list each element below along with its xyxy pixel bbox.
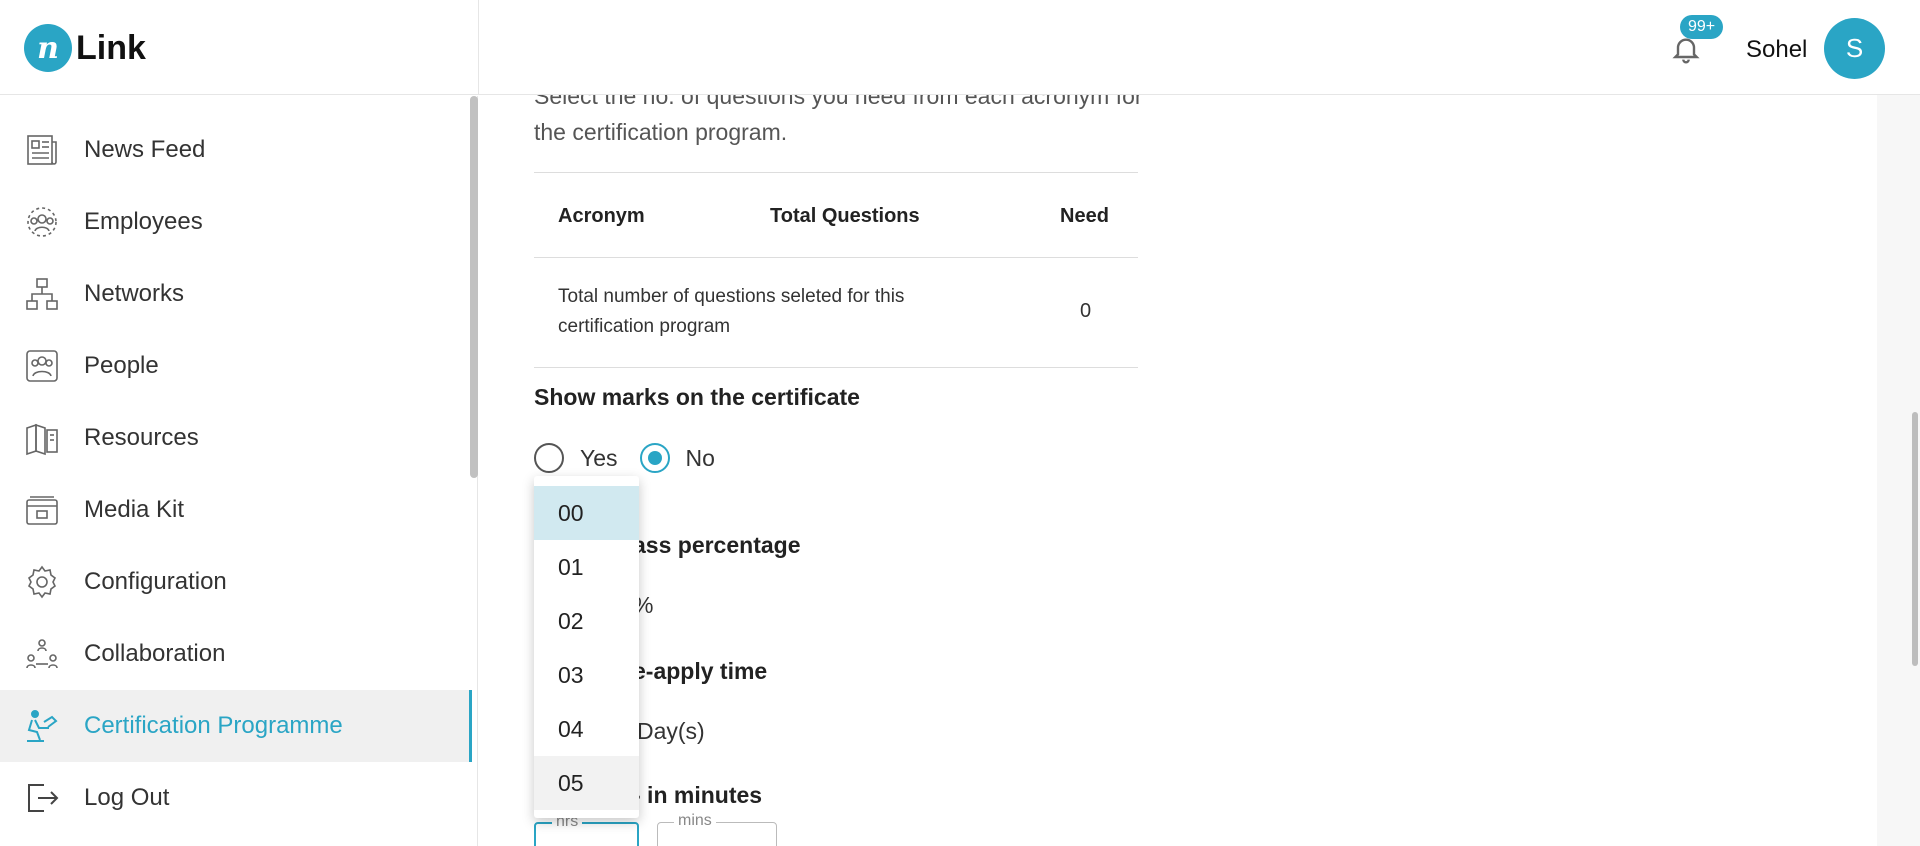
sidebar-item-networks[interactable]: Networks — [0, 258, 472, 330]
sidebar-item-media-kit[interactable]: Media Kit — [0, 474, 472, 546]
column-header-need: Need — [1060, 205, 1109, 227]
show-marks-label: Show marks on the certificate — [534, 384, 860, 410]
sidebar-item-people[interactable]: People — [0, 330, 472, 402]
news-feed-icon — [27, 135, 57, 165]
reapply-unit: Day(s) — [637, 718, 705, 744]
duration-label: - in minutes — [633, 782, 763, 808]
gear-icon — [27, 565, 57, 599]
avatar[interactable]: S — [1824, 18, 1885, 79]
column-header-acronym: Acronym — [558, 205, 645, 227]
sidebar-item-label: Log Out — [84, 784, 170, 811]
employees-icon — [27, 207, 57, 237]
sidebar-item-employees[interactable]: Employees — [0, 186, 472, 258]
pass-percentage-label: ass percentage — [633, 532, 801, 558]
hours-select[interactable]: hrs — [534, 813, 639, 846]
logo-mark: n — [24, 24, 72, 72]
sidebar-item-label: Employees — [84, 208, 203, 235]
table-row: Total number of questions seleted for th… — [534, 258, 1138, 368]
sidebar-item-certification-programme[interactable]: Certification Programme — [0, 690, 472, 762]
logout-icon — [28, 784, 59, 812]
header-divider — [478, 0, 479, 95]
column-header-total-questions: Total Questions — [770, 205, 920, 227]
sidebar-item-label: Collaboration — [84, 640, 226, 667]
minutes-label: mins — [674, 812, 716, 830]
collaboration-icon — [26, 639, 58, 669]
sidebar-item-label: People — [84, 352, 159, 379]
sidebar-item-log-out[interactable]: Log Out — [0, 762, 472, 834]
dropdown-option[interactable]: 05 — [534, 756, 639, 810]
certification-icon — [27, 710, 58, 742]
top-header: n Link 99+ Sohel S — [0, 0, 1920, 95]
sidebar-scrollbar[interactable] — [470, 96, 478, 478]
reapply-time-label: e-apply time — [633, 658, 768, 684]
total-row-value: 0 — [1080, 300, 1092, 322]
sidebar-item-configuration[interactable]: Configuration — [0, 546, 472, 618]
minutes-select[interactable]: mins — [657, 812, 777, 846]
radio-no[interactable] — [639, 443, 670, 473]
sidebar-item-label: Configuration — [84, 568, 227, 595]
dropdown-option[interactable]: 02 — [534, 594, 639, 648]
dropdown-option[interactable]: 00 — [534, 486, 639, 540]
logo-text: Link — [76, 28, 146, 67]
networks-icon — [26, 278, 58, 310]
page-scrollbar[interactable] — [1912, 412, 1918, 666]
radio-yes[interactable] — [534, 443, 564, 473]
show-marks-radio-group: Yes No — [534, 443, 737, 473]
table-header-row: Acronym Total Questions Need — [534, 172, 1138, 258]
sidebar-item-collaboration[interactable]: Collaboration — [0, 618, 472, 690]
app-logo[interactable]: n Link — [24, 24, 146, 72]
people-icon — [26, 350, 58, 382]
dropdown-option[interactable]: 01 — [534, 540, 639, 594]
total-row-text: Total number of questions seleted for th… — [558, 286, 905, 337]
dropdown-option[interactable]: 04 — [534, 702, 639, 756]
sidebar-item-resources[interactable]: Resources — [0, 402, 472, 474]
sidebar-item-label: Networks — [84, 280, 185, 307]
sidebar-item-label: Resources — [84, 424, 199, 451]
notification-badge: 99+ — [1680, 15, 1724, 39]
resources-icon — [26, 423, 58, 456]
media-kit-icon — [26, 496, 58, 525]
sidebar: News Feed Employees Networks People Reso… — [0, 96, 478, 846]
sidebar-item-label: Media Kit — [84, 496, 185, 523]
sidebar-item-label: Certification Programme — [84, 712, 343, 739]
radio-yes-label[interactable]: Yes — [580, 445, 618, 472]
hours-dropdown-menu: 00 01 02 03 04 05 — [534, 476, 639, 818]
sidebar-item-news-feed[interactable]: News Feed — [0, 114, 472, 186]
user-name[interactable]: Sohel — [1746, 36, 1807, 64]
dropdown-option[interactable]: 03 — [534, 648, 639, 702]
radio-no-label[interactable]: No — [686, 445, 715, 472]
sidebar-item-label: News Feed — [84, 136, 206, 163]
